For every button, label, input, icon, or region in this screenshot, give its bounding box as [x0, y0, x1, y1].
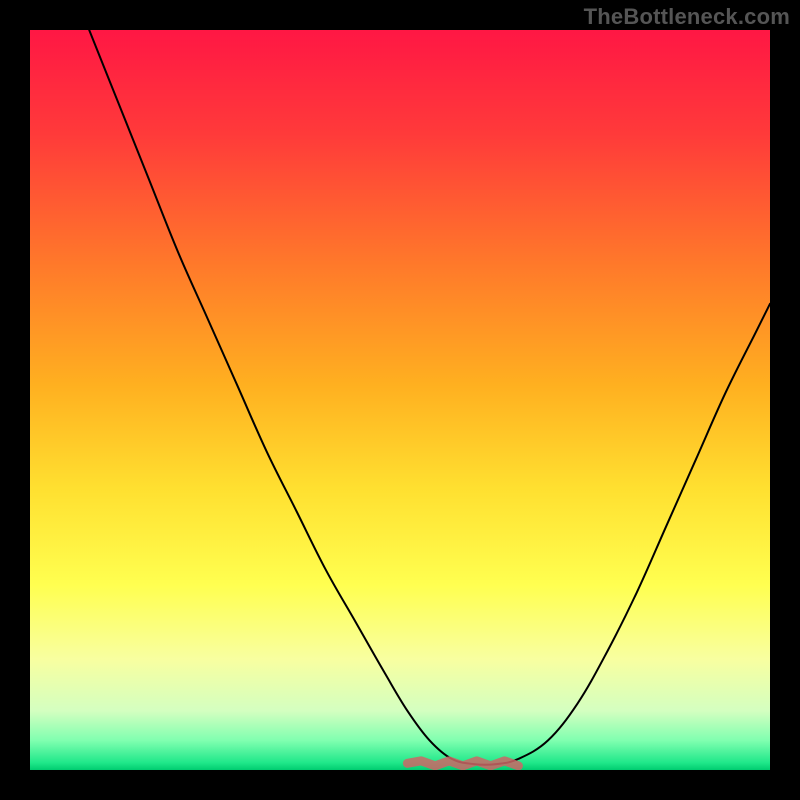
watermark-text: TheBottleneck.com: [584, 4, 790, 30]
chart-frame: TheBottleneck.com: [0, 0, 800, 800]
bottleneck-curve: [89, 30, 770, 765]
curve-layer: [30, 30, 770, 770]
optimal-band-marker: [407, 761, 518, 766]
plot-area: [30, 30, 770, 770]
